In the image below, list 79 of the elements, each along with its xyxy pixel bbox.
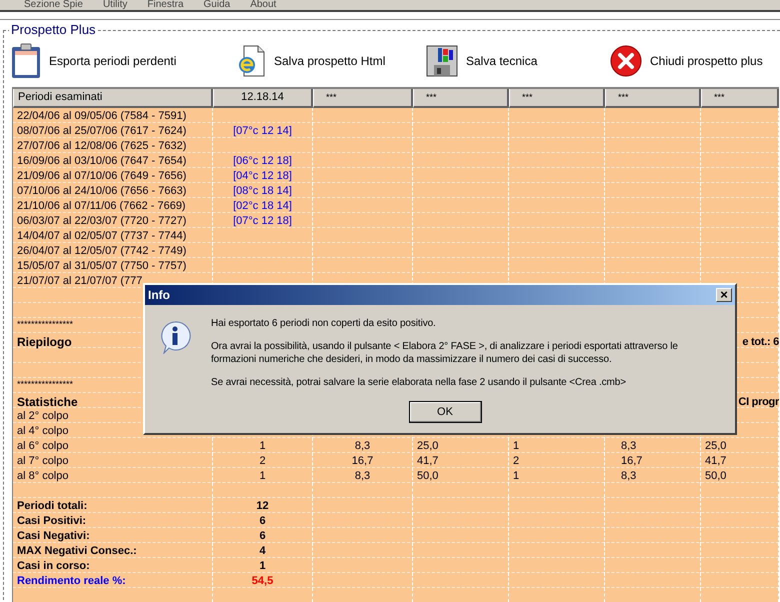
table-cell-text: 21/09/06 al 07/10/06 (7649 - 7656) — [16, 169, 186, 184]
table-cell-text: 8,3 — [354, 469, 370, 484]
close-icon — [610, 45, 642, 77]
table-cell-text: 21/07/07 al 21/07/07 (777 — [16, 274, 142, 289]
table-cell-text: 50,0 — [705, 469, 726, 484]
table-cell-text: 26/04/07 al 12/05/07 (7742 - 7749) — [16, 244, 186, 259]
menu-item[interactable]: Utility — [102, 0, 128, 10]
clipboard-icon — [11, 43, 41, 79]
table-cell-text: 15/05/07 al 31/05/07 (7750 - 7757) — [16, 259, 186, 274]
toolbar-button[interactable]: Esporta periodi perdenti — [11, 43, 236, 79]
table-cell-text: 8,3 — [621, 469, 636, 484]
table-cell-text: 1 — [513, 439, 520, 454]
table-cell-text: 6 — [259, 529, 266, 544]
table-cell-text: 1 — [259, 439, 266, 454]
table-cell-text: 1 — [513, 469, 520, 484]
table-cell-text: CI progr — [738, 394, 779, 410]
toolbar-button[interactable]: Salva tecnica — [426, 45, 610, 77]
table-cell-text: [04°c 12 18] — [233, 169, 292, 184]
table-cell-text: al 8° colpo — [16, 469, 68, 484]
table-cell-text: Casi Negativi: — [16, 529, 90, 544]
table-cell-text: 16,7 — [621, 454, 642, 469]
table-cell-text: 16,7 — [352, 454, 374, 469]
table-cell-text: 12 — [256, 499, 269, 514]
dialog-message: Hai esportato 6 periodi non coperti da esito positivo. — [211, 317, 437, 330]
table-cell-text: Casi Positivi: — [16, 514, 86, 529]
table-cell-text: **************** — [16, 318, 74, 332]
table-cell-text: Periodi totali: — [16, 499, 88, 514]
table-cell-text: 2 — [513, 454, 520, 469]
toolbar-button[interactable]: Salva prospetto Html — [236, 45, 426, 77]
table-cell-text: [08°c 18 14] — [233, 184, 292, 199]
table-cell-text: 6 — [259, 514, 266, 529]
table-cell-text: 1 — [259, 469, 266, 484]
table-cell-text: Riepilogo — [16, 334, 72, 351]
info-icon — [159, 320, 191, 354]
table-cell-text: **************** — [16, 378, 74, 392]
table-cell-text: 4 — [259, 544, 266, 559]
table-cell-text: 08/07/06 al 25/07/06 (7617 - 7624) — [16, 124, 186, 139]
table-cell-text: 25,0 — [417, 439, 438, 454]
table-cell-text: 16/09/06 al 03/10/06 (7647 - 7654) — [16, 154, 186, 169]
table-cell-text: al 2° colpo — [16, 409, 68, 424]
table-cell-text: [02°c 18 14] — [233, 199, 292, 214]
table-cell-text: al 4° colpo — [16, 424, 68, 439]
table-cell-text: 07/10/06 al 24/10/06 (7656 - 7663) — [16, 184, 186, 199]
dialog-title: Info — [148, 287, 170, 304]
table-cell-text: [07°c 12 18] — [233, 214, 292, 229]
table-cell-text: al 6° colpo — [16, 439, 68, 454]
menu-item[interactable]: Sezione Spie — [24, 0, 83, 10]
table-cell-text: 27/07/06 al 12/08/06 (7625 - 7632) — [16, 139, 186, 154]
table-cell-text: Casi in corso: — [16, 559, 90, 574]
table-cell-text: 41,7 — [417, 454, 438, 469]
dialog-message: Ora avrai la possibilità, usando il pulsante < Elabora 2° FASE >, di analizzare i periodi esportati attraverso le formazioni numeriche che desideri, in modo da massimizzare il numero dei casi di successo. — [211, 340, 679, 366]
table-cell-text: 14/04/07 al 02/05/07 (7737 - 7744) — [16, 229, 186, 244]
table-cell-text: Statistiche — [16, 394, 78, 411]
ok-button[interactable]: OK — [408, 401, 482, 423]
menu-item[interactable]: About — [250, 0, 276, 10]
table-cell-text: 8,3 — [621, 439, 636, 454]
table-cell-text: al 7° colpo — [16, 454, 68, 469]
table-cell-text: 2 — [259, 454, 266, 469]
table-cell-text: 8,3 — [354, 439, 370, 454]
table-cell-text: Rendimento reale %: — [16, 574, 126, 589]
table-cell-text: [06°c 12 18] — [233, 154, 292, 169]
menu-item[interactable]: Guida — [204, 0, 230, 10]
close-button[interactable]: × — [716, 288, 732, 302]
toolbar-button[interactable]: Chiudi prospetto plus — [610, 45, 780, 77]
table-cell-text: MAX Negativi Consec.: — [16, 544, 137, 559]
table-cell-text: 41,7 — [705, 454, 726, 469]
web-document-icon — [236, 45, 266, 77]
table-cell-text: 54,5 — [252, 574, 274, 589]
table-cell-text: 06/03/07 al 22/03/07 (7720 - 7727) — [16, 214, 186, 229]
table-cell-text: e tot.: 6 — [742, 334, 779, 350]
table-cell-text: 50,0 — [417, 469, 438, 484]
table-cell-text: 22/04/06 al 09/05/06 (7584 - 7591) — [16, 109, 186, 124]
table-cell-text: 21/10/06 al 07/11/06 (7662 - 7669) — [16, 199, 186, 214]
menu-item[interactable]: Finestra — [147, 0, 184, 10]
table-cell-text: [07°c 12 14] — [233, 124, 292, 139]
group-title: Prospetto Plus — [9, 22, 98, 38]
dialog-message: Se avrai necessità, potrai salvare la serie elaborata nella fase 2 usando il pulsante <Crea .cmb> — [211, 376, 627, 389]
table-cell-text: 1 — [259, 559, 266, 574]
table-cell-text: 25,0 — [705, 439, 726, 454]
